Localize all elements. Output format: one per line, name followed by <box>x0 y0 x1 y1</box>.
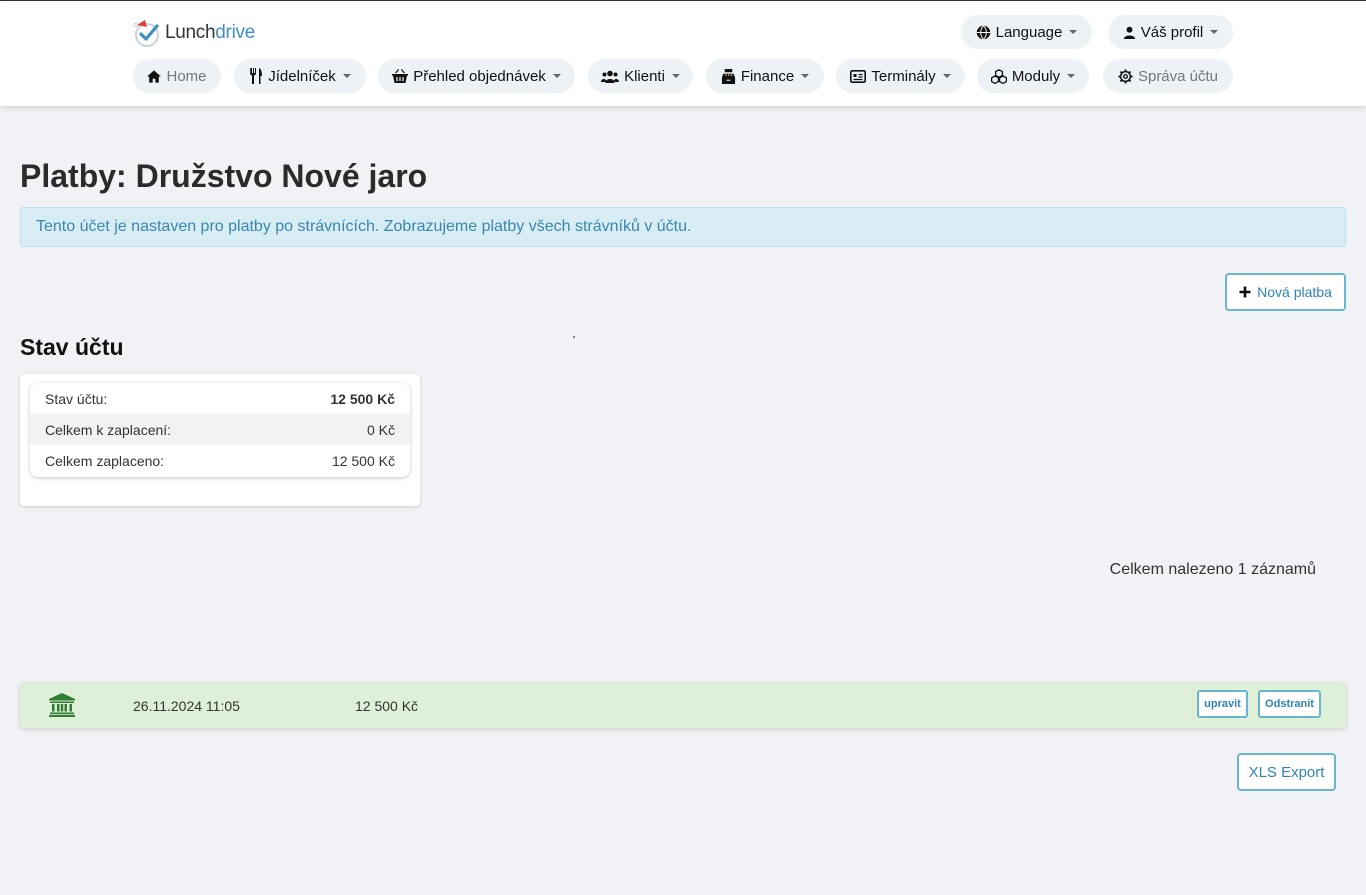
nav-finance[interactable]: Finance <box>706 59 824 93</box>
account-status-card: Stav účtu: 12 500 Kč Celkem k zaplacení:… <box>20 374 420 506</box>
info-alert: Tento účet je nastaven pro platby po str… <box>20 207 1346 247</box>
delete-payment-button[interactable]: Odstranit <box>1258 690 1321 718</box>
payment-row: 26.11.2024 11:05 12 500 Kč upravit Odstr… <box>20 683 1346 728</box>
chevron-down-icon <box>342 74 351 78</box>
chevron-down-icon <box>1210 30 1219 34</box>
nav-menu[interactable]: Jídelníček <box>234 59 366 93</box>
stray-dot <box>573 336 575 338</box>
payment-date: 26.11.2024 11:05 <box>133 698 240 714</box>
logo[interactable]: Lunchdrive <box>132 17 255 49</box>
nav-clients[interactable]: Klienti <box>588 59 693 93</box>
status-value: 12 500 Kč <box>330 390 395 407</box>
language-dropdown[interactable]: Language <box>961 15 1092 49</box>
chevron-down-icon <box>801 74 810 78</box>
bank-icon <box>49 693 75 717</box>
records-count: Celkem nalezeno 1 záznamů <box>1109 561 1316 578</box>
chevron-down-icon <box>1067 74 1076 78</box>
chevron-down-icon <box>942 74 951 78</box>
nav-orders-label: Přehled objednávek <box>413 67 546 85</box>
logo-text: Lunchdrive <box>165 22 255 43</box>
cash-register-icon <box>721 68 736 84</box>
gear-icon <box>1118 68 1133 84</box>
nav-orders[interactable]: Přehled objednávek <box>378 59 575 93</box>
status-label: Celkem k zaplacení: <box>45 421 172 438</box>
xls-export-button[interactable]: XLS Export <box>1237 753 1336 791</box>
nav-home-label: Home <box>166 67 207 85</box>
status-value: 0 Kč <box>366 421 395 438</box>
plus-icon <box>1239 286 1251 298</box>
nav-terminals-label: Terminály <box>871 67 936 85</box>
new-payment-button[interactable]: Nová platba <box>1225 273 1346 311</box>
chevron-down-icon <box>671 74 680 78</box>
status-row-balance: Stav účtu: 12 500 Kč <box>30 383 410 414</box>
logo-check-icon <box>132 17 164 49</box>
profile-label: Váš profil <box>1140 23 1204 41</box>
utensils-icon <box>249 68 263 84</box>
nav-finance-label: Finance <box>740 67 795 85</box>
status-row-to-pay: Celkem k zaplacení: 0 Kč <box>30 414 410 445</box>
terminal-icon <box>850 69 867 83</box>
nav-account-settings[interactable]: Správa účtu <box>1103 59 1233 93</box>
header: Lunchdrive Language Váš profil Home Jíde… <box>0 1 1366 106</box>
nav-menu-label: Jídelníček <box>268 67 336 85</box>
account-status-table: Stav účtu: 12 500 Kč Celkem k zaplacení:… <box>30 383 410 477</box>
nav-home[interactable]: Home <box>133 59 221 93</box>
profile-dropdown[interactable]: Váš profil <box>1108 15 1233 49</box>
account-status-heading: Stav účtu <box>20 334 124 360</box>
globe-icon <box>976 25 991 40</box>
nav-clients-label: Klienti <box>624 67 665 85</box>
status-row-paid: Celkem zaplaceno: 12 500 Kč <box>30 445 410 476</box>
chevron-down-icon <box>1069 30 1078 34</box>
page-title: Platby: Družstvo Nové jaro <box>20 158 428 194</box>
users-icon <box>601 70 620 83</box>
language-label: Language <box>995 23 1063 41</box>
basket-icon <box>392 69 409 83</box>
cubes-icon <box>990 68 1007 84</box>
payment-amount: 12 500 Kč <box>355 698 419 714</box>
status-label: Stav účtu: <box>45 390 108 407</box>
nav-account-settings-label: Správa účtu <box>1137 67 1219 85</box>
new-payment-label: Nová platba <box>1257 284 1332 300</box>
home-icon <box>147 69 162 83</box>
chevron-down-icon <box>552 74 561 78</box>
user-icon <box>1123 26 1136 39</box>
status-value: 12 500 Kč <box>331 452 395 469</box>
edit-payment-button[interactable]: upravit <box>1197 690 1248 718</box>
nav-modules-label: Moduly <box>1011 67 1061 85</box>
nav-terminals[interactable]: Terminály <box>836 59 965 93</box>
status-label: Celkem zaplaceno: <box>45 452 165 469</box>
nav-modules[interactable]: Moduly <box>977 59 1089 93</box>
